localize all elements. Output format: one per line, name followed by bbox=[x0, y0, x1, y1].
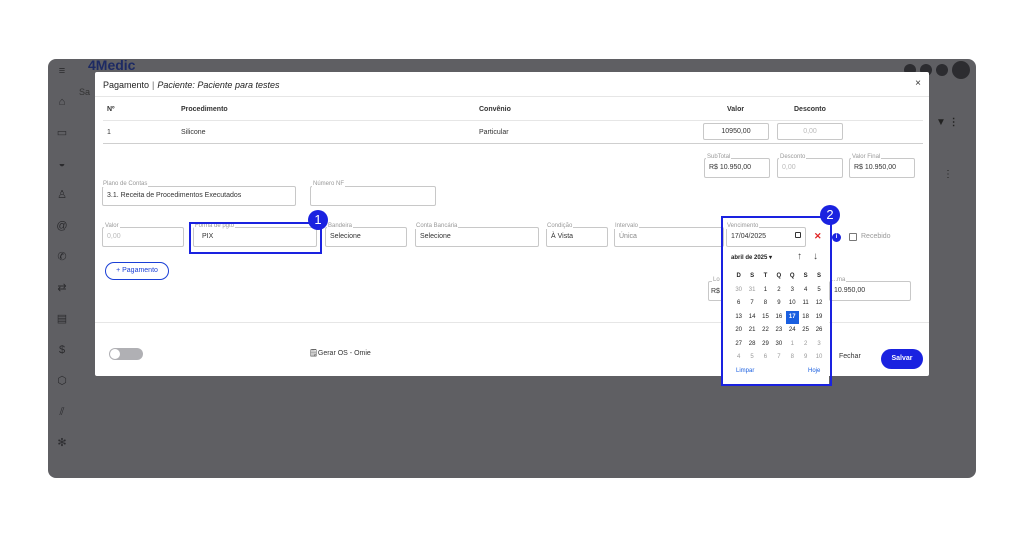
title-separator: | bbox=[152, 80, 155, 90]
sidebar: ≡ ⌂ ▭ ◒ ♙ @ ✆ ⇄ ▤ $ ⬡ ⫽ ✻ bbox=[48, 59, 76, 478]
menu-icon[interactable]: ≡ bbox=[55, 64, 69, 78]
condicao-select[interactable]: À Vista bbox=[546, 227, 608, 247]
col-num: Nº bbox=[107, 106, 115, 113]
modal-title: Pagamento | Paciente: Paciente para testes bbox=[103, 80, 279, 90]
row-desconto-input[interactable]: 0,00 bbox=[777, 123, 843, 140]
subtotal-label: SubTotal bbox=[706, 154, 732, 160]
numero-nf-label: Número NF bbox=[312, 181, 346, 187]
at-icon[interactable]: @ bbox=[55, 219, 69, 233]
info-icon[interactable]: i bbox=[832, 233, 841, 242]
desconto-total-label: Desconto bbox=[779, 154, 807, 160]
table-header: Nº Procedimento Convênio Valor Desconto bbox=[103, 102, 923, 120]
conta-bancaria-label: Conta Bancária bbox=[415, 223, 459, 229]
sidebar-partial-label: Sa bbox=[79, 87, 91, 97]
document-icon: 🗒 bbox=[309, 350, 318, 357]
intervalo-select[interactable]: Única bbox=[614, 227, 724, 247]
home-icon[interactable]: ⌂ bbox=[55, 95, 69, 109]
bandeira-label: Bandeira bbox=[327, 223, 354, 229]
highlight-box-1 bbox=[189, 222, 322, 254]
valor-final-label: Valor Final bbox=[851, 154, 882, 160]
close-icon[interactable]: × bbox=[915, 78, 921, 89]
bandeira-select[interactable]: Selecione bbox=[325, 227, 407, 247]
modal-title-text: Pagamento bbox=[103, 80, 150, 90]
valor-final-field: R$ 10.950,00 bbox=[849, 158, 915, 178]
patient-name: Paciente: Paciente para testes bbox=[157, 80, 280, 90]
recebido-checkbox[interactable] bbox=[849, 233, 857, 241]
clipboard-icon[interactable]: ▤ bbox=[55, 312, 69, 326]
row-convenio: Particular bbox=[479, 129, 509, 136]
add-payment-button[interactable]: + Pagamento bbox=[105, 262, 169, 280]
conta-bancaria-select[interactable]: Selecione bbox=[415, 227, 539, 247]
omie-toggle[interactable] bbox=[109, 348, 143, 360]
gerar-os-omie: 🗒Gerar OS - Omie bbox=[309, 349, 371, 357]
divider bbox=[95, 96, 929, 97]
chart-icon[interactable]: ⫽ bbox=[55, 405, 69, 419]
subtotal-field: R$ 10.950,00 bbox=[704, 158, 770, 178]
salvar-button[interactable]: Salvar bbox=[881, 349, 923, 369]
car-icon[interactable]: ◒ bbox=[55, 157, 69, 171]
row-procedimento: Silicone bbox=[181, 129, 206, 136]
partial-right-field: 10.950,00 bbox=[829, 281, 911, 301]
intervalo-label: Intervalo bbox=[614, 223, 640, 229]
help-icon[interactable] bbox=[936, 64, 948, 76]
row-num: 1 bbox=[107, 129, 111, 136]
callout-badge-1: 1 bbox=[308, 210, 328, 230]
avatar[interactable] bbox=[952, 61, 970, 79]
plano-contas-label: Plano de Contas bbox=[102, 181, 149, 187]
partial-right-label: ...ma bbox=[831, 277, 847, 283]
row-valor-input[interactable]: 10950,00 bbox=[703, 123, 769, 140]
app-logo: 4Medic bbox=[88, 59, 136, 73]
calendar-icon[interactable]: ▭ bbox=[55, 126, 69, 140]
omie-label: Gerar OS - Omie bbox=[317, 350, 371, 357]
phone-icon[interactable]: ✆ bbox=[55, 250, 69, 264]
highlight-box-2 bbox=[721, 216, 832, 386]
numero-nf-input[interactable] bbox=[310, 186, 436, 206]
filter-icon[interactable]: ▼ ⋮ bbox=[936, 117, 959, 128]
box-icon[interactable]: ⬡ bbox=[55, 374, 69, 388]
col-desconto: Desconto bbox=[794, 106, 826, 113]
valor-label: Valor bbox=[104, 223, 120, 229]
person-icon[interactable]: ♙ bbox=[55, 188, 69, 202]
callout-badge-2: 2 bbox=[820, 205, 840, 225]
kebab-icon[interactable]: ⋮ bbox=[943, 169, 953, 180]
recebido-label: Recebido bbox=[861, 233, 891, 240]
col-convenio: Convênio bbox=[479, 106, 511, 113]
valor-input[interactable]: 0,00 bbox=[102, 227, 184, 247]
col-valor: Valor bbox=[727, 106, 745, 113]
col-procedimento: Procedimento bbox=[181, 106, 228, 113]
condicao-label: Condição bbox=[546, 223, 574, 229]
desconto-total-field[interactable]: 0,00 bbox=[777, 158, 843, 178]
partial-label: Lo bbox=[712, 277, 721, 283]
gear-icon[interactable]: ✻ bbox=[55, 436, 69, 450]
dollar-icon[interactable]: $ bbox=[55, 343, 69, 357]
plano-contas-field[interactable]: 3.1. Receita de Procedimentos Executados bbox=[102, 186, 296, 206]
fechar-button[interactable]: Fechar bbox=[839, 353, 861, 360]
swap-icon[interactable]: ⇄ bbox=[55, 281, 69, 295]
